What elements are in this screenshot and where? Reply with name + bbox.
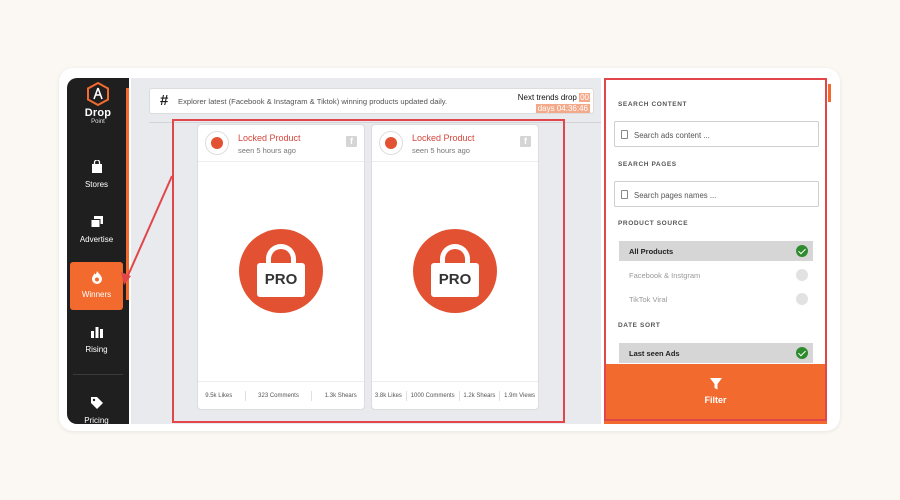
sidebar-item-label: Pricing bbox=[84, 416, 109, 424]
banner-message: Explorer latest (Facebook & Instagram & … bbox=[178, 97, 448, 106]
info-banner: # Explorer latest (Facebook & Instagram … bbox=[149, 88, 594, 114]
shopping-bag-icon bbox=[91, 160, 102, 173]
sidebar-item-label: Rising bbox=[85, 345, 108, 354]
sidebar-item-label: Stores bbox=[84, 180, 109, 189]
sidebar-item-rising[interactable]: Rising bbox=[70, 317, 123, 365]
logo-hexagon-icon bbox=[87, 82, 109, 106]
logo[interactable]: Drop Point bbox=[67, 82, 129, 126]
tag-icon bbox=[90, 397, 103, 409]
logo-brand: Drop bbox=[84, 107, 112, 119]
sidebar-item-advertise[interactable]: Advertise bbox=[70, 207, 123, 255]
sidebar: Drop Point Stores Advertise Winners Risi… bbox=[67, 78, 129, 424]
app-window: Drop Point Stores Advertise Winners Risi… bbox=[59, 68, 840, 431]
panel-highlight-outline bbox=[604, 78, 827, 421]
sidebar-item-label: Winners bbox=[81, 290, 112, 299]
hashtag-icon: # bbox=[160, 92, 169, 109]
sidebar-divider bbox=[73, 374, 123, 375]
logo-brand-sub: Point bbox=[91, 119, 105, 125]
sidebar-item-pricing[interactable]: Pricing bbox=[70, 388, 123, 424]
panel-scrollbar[interactable] bbox=[828, 84, 831, 102]
sidebar-item-label: Advertise bbox=[79, 235, 114, 244]
trend-countdown-time: days 04:36:46 bbox=[535, 104, 590, 113]
cards-highlight-outline bbox=[172, 119, 565, 423]
trend-label: Next trends drop bbox=[517, 93, 577, 102]
trend-countdown: Next trends drop 00 days 04:36:46 bbox=[518, 92, 590, 114]
layers-icon bbox=[90, 216, 103, 228]
fire-icon bbox=[91, 271, 102, 284]
trend-value: 00 bbox=[579, 93, 590, 102]
bar-chart-icon bbox=[90, 327, 103, 338]
sidebar-item-stores[interactable]: Stores bbox=[70, 152, 123, 200]
sidebar-item-winners[interactable]: Winners bbox=[70, 262, 123, 310]
